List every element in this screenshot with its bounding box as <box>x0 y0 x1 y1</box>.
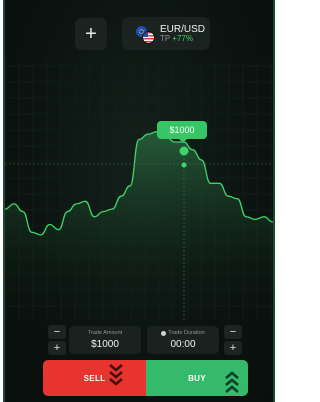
price-chart[interactable] <box>5 62 273 320</box>
trade-duration-value: 00:00 <box>170 339 196 350</box>
trade-duration-field[interactable]: Trade Duration 00:00 <box>147 326 219 354</box>
buy-label: BUY <box>188 373 206 383</box>
plus-icon: + <box>229 341 237 354</box>
payout-percent: +77% <box>172 33 193 43</box>
add-button[interactable]: + <box>75 18 107 50</box>
trade-duration-label-row: Trade Duration <box>147 330 219 336</box>
duration-increase-button[interactable]: + <box>224 341 242 355</box>
current-price-dot <box>181 162 187 168</box>
minus-icon: − <box>53 325 61 338</box>
price-tag: $1000 <box>157 121 207 143</box>
trade-amount-value: $1000 <box>91 339 119 350</box>
us-flag-icon <box>142 30 155 44</box>
trade-amount-field[interactable]: Trade Amount $1000 <box>69 326 141 354</box>
buy-button[interactable]: BUY <box>146 360 248 396</box>
plus-icon: + <box>53 341 61 354</box>
minus-icon: − <box>229 325 237 338</box>
trade-amount-label: Trade Amount <box>87 330 123 336</box>
clock-icon <box>161 330 167 336</box>
amount-decrease-button[interactable]: − <box>48 325 66 339</box>
duration-decrease-button[interactable]: − <box>224 325 242 339</box>
payout-info: TP +77% <box>160 33 205 44</box>
sell-button[interactable]: SELL <box>43 360 146 396</box>
currency-pair-selector[interactable]: EUR/USD TP +77% <box>122 17 210 50</box>
plus-icon: + <box>85 23 97 45</box>
amount-increase-button[interactable]: + <box>48 341 66 355</box>
trading-screen: + EUR/USD TP +77% $1000 − + Trade Amount… <box>5 0 273 402</box>
eu-us-flag-icon <box>136 25 155 44</box>
price-marker-dot <box>179 146 189 156</box>
sell-label: SELL <box>83 373 106 383</box>
payout-prefix: TP <box>160 33 171 43</box>
trade-duration-label: Trade Duration <box>168 330 205 336</box>
price-tag-label: $1000 <box>169 125 195 135</box>
phone-frame: + EUR/USD TP +77% $1000 − + Trade Amount… <box>3 0 275 402</box>
